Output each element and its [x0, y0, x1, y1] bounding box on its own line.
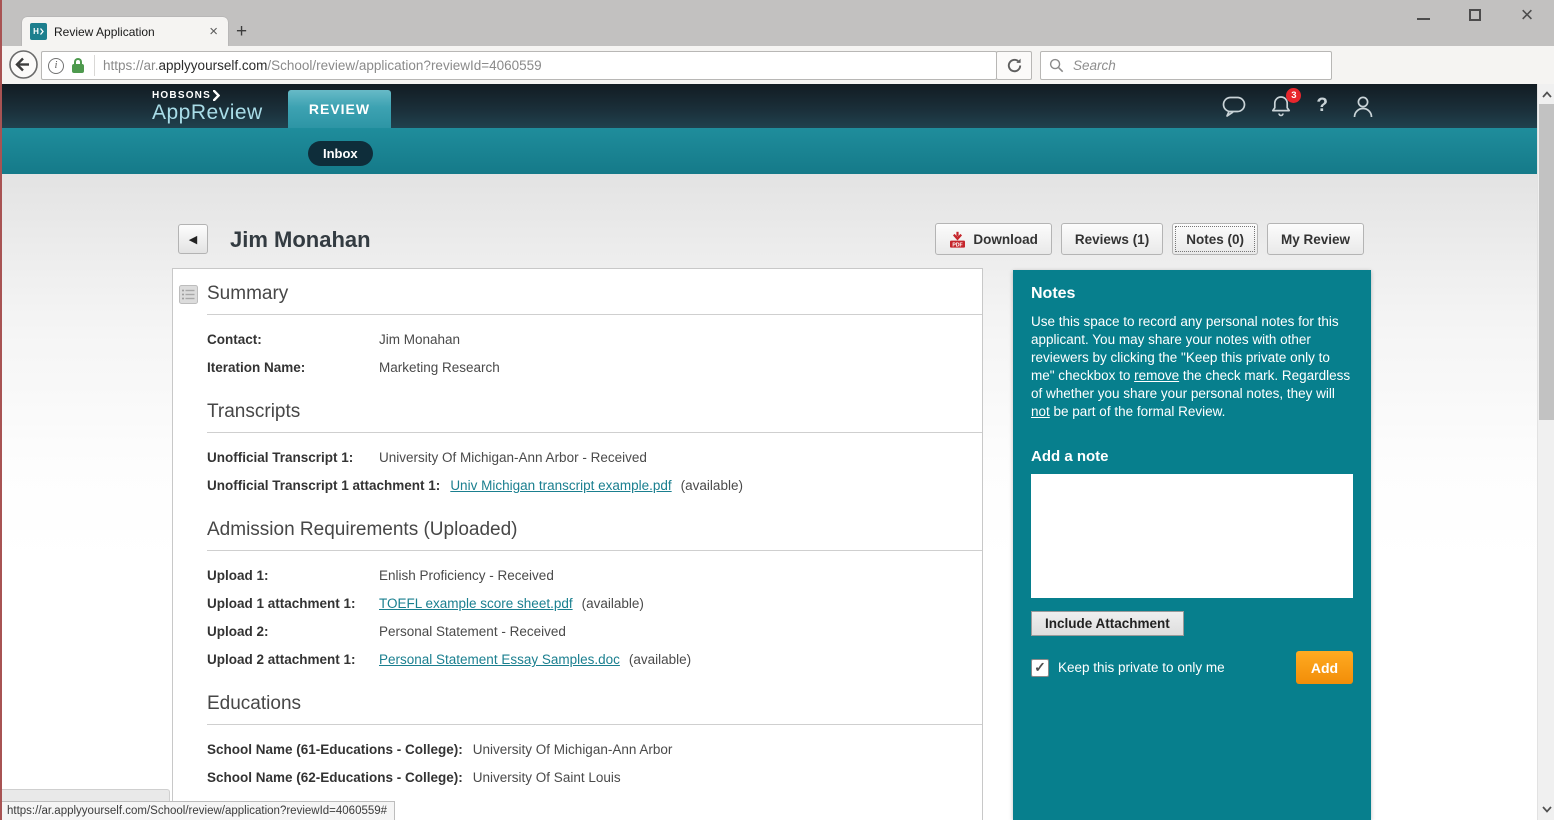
help-icon[interactable]: ?: [1316, 95, 1328, 117]
note-textarea[interactable]: [1031, 474, 1353, 598]
upload-row: Upload 1: Enlish Proficiency - Received: [207, 566, 982, 585]
reload-button[interactable]: [996, 51, 1032, 80]
transcript-row: Unofficial Transcript 1: University Of M…: [207, 448, 982, 467]
notes-panel: Notes Use this space to record any perso…: [1013, 270, 1371, 820]
upload-attachment-row: Upload 2 attachment 1: Personal Statemen…: [207, 650, 982, 669]
download-button[interactable]: PDF Download: [935, 223, 1052, 255]
search-icon: [1049, 58, 1064, 73]
summary-row: Contact: Jim Monahan: [207, 330, 982, 349]
vertical-scrollbar[interactable]: [1537, 84, 1554, 820]
page-info-icon[interactable]: i: [48, 58, 64, 74]
minimize-icon: [1417, 18, 1430, 20]
applicant-name-title: Jim Monahan: [230, 227, 371, 253]
notification-badge: 3: [1286, 88, 1301, 103]
notifications-button[interactable]: 3: [1270, 95, 1292, 118]
messages-icon[interactable]: [1222, 96, 1246, 117]
secure-lock-icon[interactable]: [72, 58, 84, 73]
add-note-heading: Add a note: [1031, 448, 1353, 465]
reviews-button[interactable]: Reviews (1): [1061, 223, 1163, 255]
include-attachment-button[interactable]: Include Attachment: [1031, 611, 1184, 636]
private-checkbox[interactable]: ✓: [1031, 659, 1049, 677]
navigation-toolbar: i https://ar.applyyourself.com/School/re…: [0, 46, 1554, 84]
account-icon[interactable]: [1352, 95, 1374, 118]
education-row: School Name (62-Educations - College): U…: [207, 768, 982, 787]
page-back-button[interactable]: ◀: [178, 224, 208, 254]
scroll-up-icon[interactable]: [1540, 88, 1553, 101]
section-heading: Summary: [207, 283, 288, 305]
minimize-button[interactable]: [1410, 2, 1436, 28]
url-text: https://ar.applyyourself.com/School/revi…: [103, 58, 542, 73]
status-url-bar: https://ar.applyyourself.com/School/revi…: [0, 801, 395, 820]
notes-description: Use this space to record any personal no…: [1031, 313, 1353, 421]
favicon-icon: H: [30, 23, 47, 40]
new-tab-button[interactable]: +: [236, 22, 247, 41]
close-button[interactable]: ×: [1514, 2, 1540, 28]
close-icon: ×: [1521, 4, 1534, 26]
section-heading: Transcripts: [207, 401, 300, 423]
nav-inbox-button[interactable]: Inbox: [308, 141, 373, 166]
summary-list-icon: [179, 285, 198, 304]
section-educations: Educations School Name (61-Educations - …: [207, 693, 982, 787]
pdf-icon: PDF: [949, 231, 966, 248]
sub-navigation-bar: [0, 128, 1540, 174]
section-admission-requirements: Admission Requirements (Uploaded) Upload…: [207, 519, 982, 669]
tab-title: Review Application: [54, 25, 207, 39]
svg-text:PDF: PDF: [953, 242, 963, 248]
tab-close-icon[interactable]: ×: [207, 24, 220, 39]
notes-button[interactable]: Notes (0): [1172, 223, 1258, 255]
transcript-attachment-link[interactable]: Univ Michigan transcript example.pdf: [450, 476, 671, 495]
search-box[interactable]: [1040, 51, 1332, 80]
upload2-attachment-link[interactable]: Personal Statement Essay Samples.doc: [379, 650, 620, 669]
scrollbar-thumb[interactable]: [1539, 104, 1554, 420]
section-summary: Summary Contact: Jim Monahan Iteration N…: [207, 283, 982, 377]
back-button[interactable]: [8, 49, 39, 80]
left-edge-line: [0, 0, 2, 820]
brand-logo: HOBSONS AppReview: [152, 90, 263, 125]
search-input[interactable]: [1071, 57, 1323, 74]
maximize-button[interactable]: [1462, 2, 1488, 28]
private-checkbox-label: Keep this private to only me: [1058, 660, 1296, 675]
action-buttons: PDF Download Reviews (1) Notes (0) My Re…: [935, 223, 1364, 255]
upload1-attachment-link[interactable]: TOEFL example score sheet.pdf: [379, 594, 573, 613]
upload-row: Upload 2: Personal Statement - Received: [207, 622, 982, 641]
check-icon: ✓: [1034, 659, 1046, 676]
my-review-button[interactable]: My Review: [1267, 223, 1364, 255]
summary-row: Iteration Name: Marketing Research: [207, 358, 982, 377]
maximize-icon: [1469, 9, 1481, 21]
upload-attachment-row: Upload 1 attachment 1: TOEFL example sco…: [207, 594, 982, 613]
back-triangle-icon: ◀: [189, 233, 197, 246]
brand-name: AppReview: [152, 101, 263, 125]
transcript-attachment-row: Unofficial Transcript 1 attachment 1: Un…: [207, 476, 982, 495]
section-heading: Educations: [207, 693, 301, 715]
chevron-right-icon: [213, 90, 220, 101]
browser-tab[interactable]: H Review Application ×: [22, 17, 228, 46]
section-transcripts: Transcripts Unofficial Transcript 1: Uni…: [207, 401, 982, 495]
tab-review[interactable]: REVIEW: [288, 90, 391, 128]
section-heading: Admission Requirements (Uploaded): [207, 519, 517, 541]
scroll-down-icon[interactable]: [1540, 803, 1553, 816]
notes-title: Notes: [1031, 285, 1353, 303]
application-summary-panel: Summary Contact: Jim Monahan Iteration N…: [172, 268, 983, 820]
window-titlebar: × H Review Application × +: [0, 0, 1554, 46]
add-note-button[interactable]: Add: [1296, 651, 1353, 684]
education-row: School Name (61-Educations - College): U…: [207, 740, 982, 759]
url-bar[interactable]: i https://ar.applyyourself.com/School/re…: [41, 51, 997, 80]
